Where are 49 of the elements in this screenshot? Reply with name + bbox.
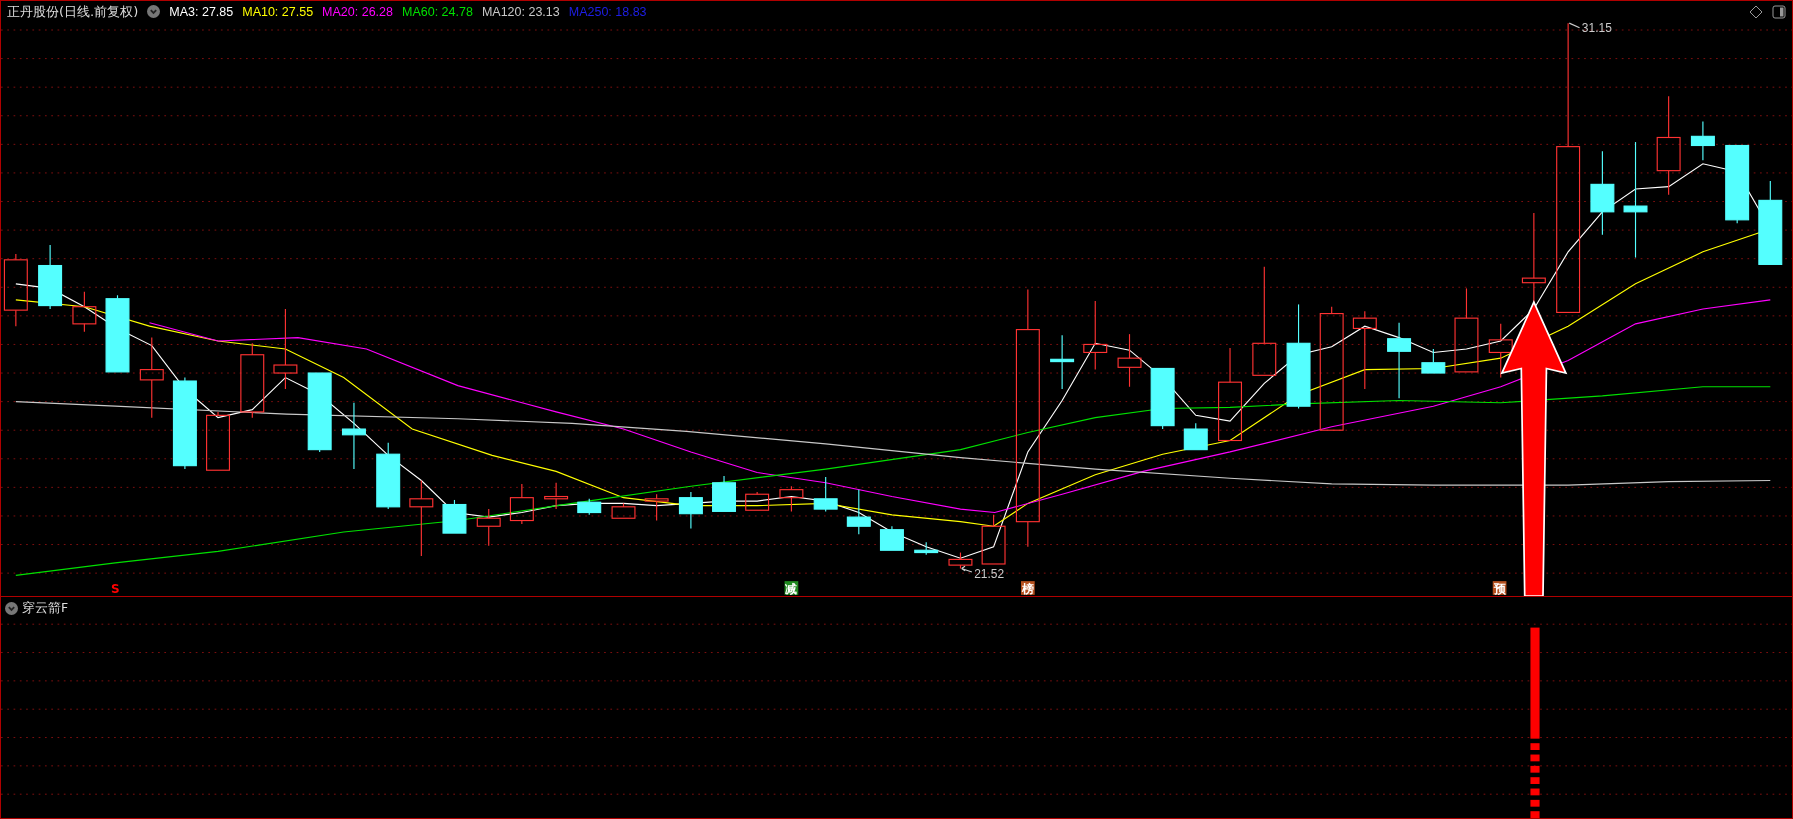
candlestick bbox=[376, 442, 401, 510]
candlestick bbox=[779, 485, 804, 512]
candlestick bbox=[1083, 300, 1108, 371]
candlestick bbox=[509, 483, 534, 525]
signal-tag: S bbox=[110, 581, 120, 596]
candlestick bbox=[206, 411, 230, 471]
candlestick bbox=[846, 489, 871, 535]
candlestick bbox=[914, 541, 939, 556]
indicator-value: MA3: 27.85 bbox=[169, 4, 234, 19]
candlestick bbox=[745, 491, 770, 511]
candlestick bbox=[644, 493, 669, 522]
candlestick bbox=[611, 502, 636, 519]
signal-tag: 减 bbox=[784, 581, 799, 596]
candlestick bbox=[712, 475, 737, 512]
indicator-value: MA60: 24.78 bbox=[402, 4, 473, 19]
candlestick bbox=[544, 482, 569, 510]
indicator-value: MA10: 27.55 bbox=[242, 4, 314, 19]
candlestick bbox=[442, 499, 467, 534]
candlestick bbox=[1183, 422, 1208, 451]
candlestick bbox=[577, 498, 602, 516]
collapse-icon[interactable] bbox=[147, 5, 161, 18]
candlestick bbox=[879, 525, 904, 551]
candlestick bbox=[981, 514, 1006, 565]
diamond-icon[interactable] bbox=[1749, 4, 1763, 19]
candlestick bbox=[1421, 348, 1446, 374]
leader-arrow-icon bbox=[961, 565, 973, 573]
candlestick bbox=[678, 491, 703, 530]
candlestick bbox=[38, 244, 63, 310]
candlestick bbox=[813, 476, 838, 512]
indicator-value: MA250: 18.83 bbox=[568, 4, 647, 19]
candlestick bbox=[948, 551, 973, 570]
candlestick bbox=[476, 508, 501, 547]
panel-toggle-icon[interactable] bbox=[1772, 4, 1786, 19]
price-label: 31.15 bbox=[1581, 22, 1612, 36]
indicator-value: MA20: 26.28 bbox=[322, 4, 393, 19]
candlestick bbox=[1488, 323, 1513, 379]
candlestick bbox=[72, 291, 97, 333]
candlestick bbox=[1117, 333, 1142, 388]
candlestick bbox=[1050, 334, 1075, 390]
price-label: 21.52 bbox=[974, 566, 1005, 581]
candlestick bbox=[341, 402, 366, 470]
candlestick bbox=[1150, 367, 1175, 430]
signal-tag: 预 bbox=[1492, 581, 1507, 596]
collapse-icon[interactable] bbox=[5, 602, 18, 615]
signal-tag: 榜 bbox=[1021, 581, 1035, 596]
candlestick bbox=[1690, 120, 1715, 161]
stock-title: 正丹股份(日线.前复权) bbox=[7, 2, 139, 21]
indicator-title: 穿云箭F bbox=[22, 600, 69, 617]
indicator-value: MA120: 23.13 bbox=[481, 4, 560, 19]
